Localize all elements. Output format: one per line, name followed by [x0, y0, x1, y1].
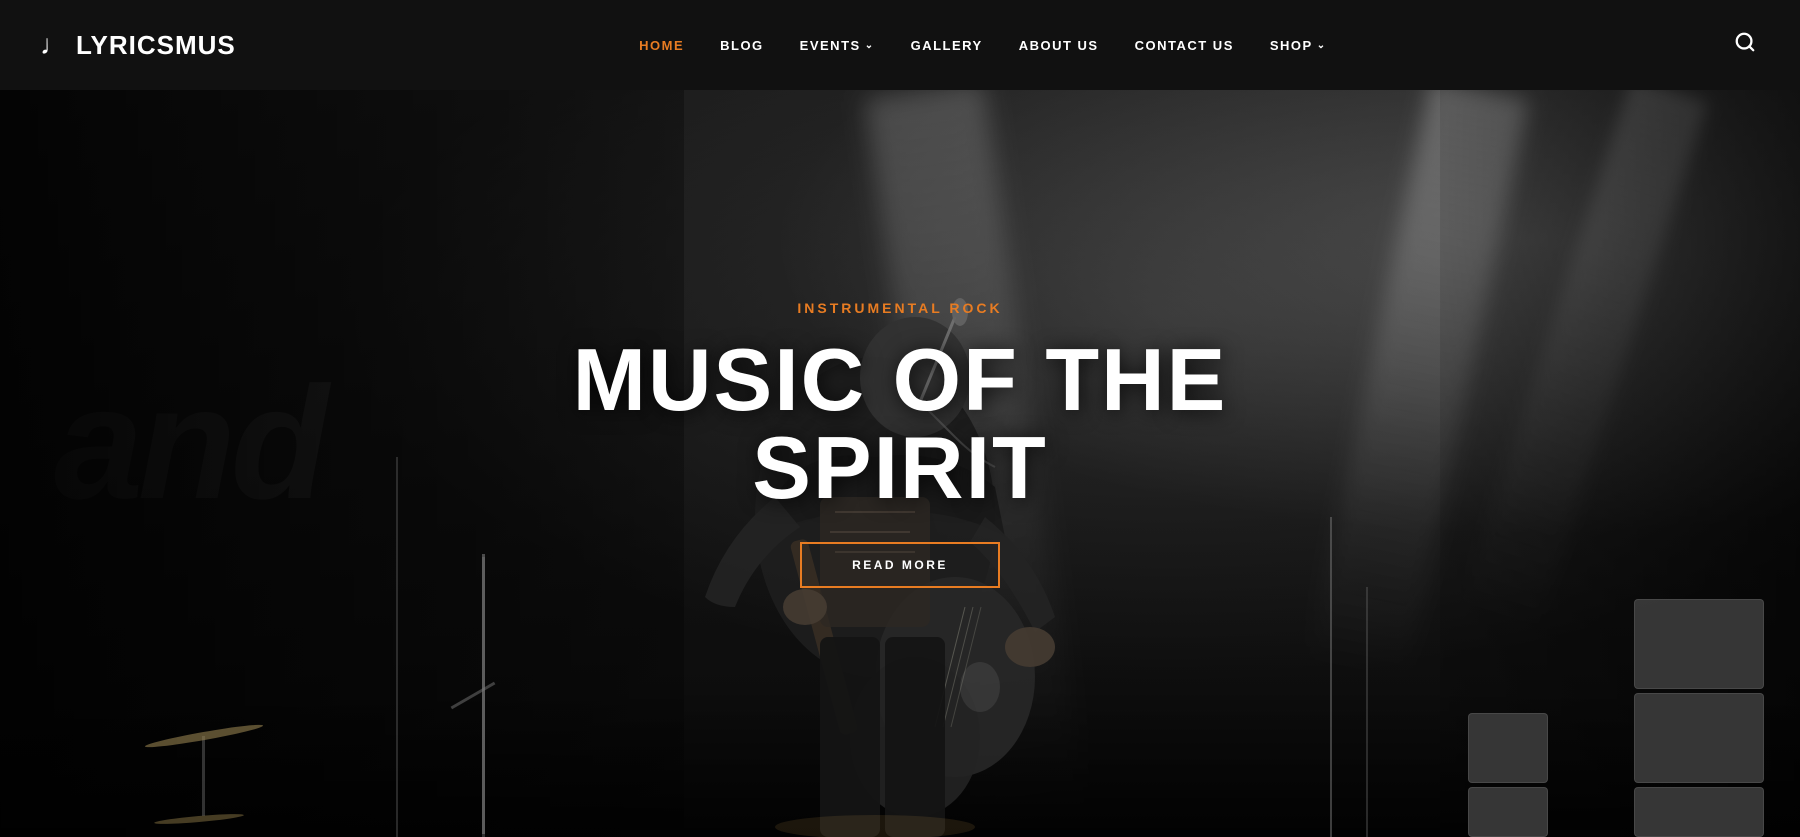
hero-cta-button[interactable]: READ MORE — [800, 542, 1000, 588]
nav-item-gallery[interactable]: GALLERY — [911, 38, 983, 53]
hero-section: and — [0, 90, 1800, 837]
nav-item-about[interactable]: ABOUT US — [1019, 38, 1099, 53]
search-icon — [1734, 31, 1756, 53]
nav-item-shop[interactable]: SHOP ⌄ — [1270, 38, 1327, 53]
nav-item-home[interactable]: HOME — [639, 38, 684, 53]
amplifier-stack — [1634, 599, 1764, 837]
site-header: ♩ LYRICSMUS HOME BLOG EVENTS ⌄ GALLERY A… — [0, 0, 1800, 90]
search-button[interactable] — [1730, 27, 1760, 63]
logo-text: LYRICSMUS — [76, 30, 236, 61]
nav-item-blog[interactable]: BLOG — [720, 38, 764, 53]
mic-stand-right-2 — [1366, 587, 1368, 837]
shop-dropdown-icon: ⌄ — [1317, 40, 1327, 51]
mic-stand-left — [468, 554, 498, 837]
site-logo[interactable]: ♩ LYRICSMUS — [40, 30, 236, 61]
hero-title: MUSIC OF THE SPIRIT — [450, 336, 1350, 512]
main-nav: HOME BLOG EVENTS ⌄ GALLERY ABOUT US CONT… — [639, 38, 1327, 53]
nav-item-contact[interactable]: CONTACT US — [1135, 38, 1234, 53]
mic-stand-left-2 — [396, 457, 398, 837]
nav-item-events[interactable]: EVENTS ⌄ — [800, 38, 875, 53]
logo-icon: ♩ — [40, 31, 68, 59]
equipment-right-2 — [1468, 713, 1548, 837]
cymbal-area — [144, 732, 264, 822]
hero-genre: INSTRUMENTAL ROCK — [797, 300, 1002, 316]
events-dropdown-icon: ⌄ — [865, 40, 875, 51]
hero-content: INSTRUMENTAL ROCK MUSIC OF THE SPIRIT RE… — [450, 300, 1350, 588]
